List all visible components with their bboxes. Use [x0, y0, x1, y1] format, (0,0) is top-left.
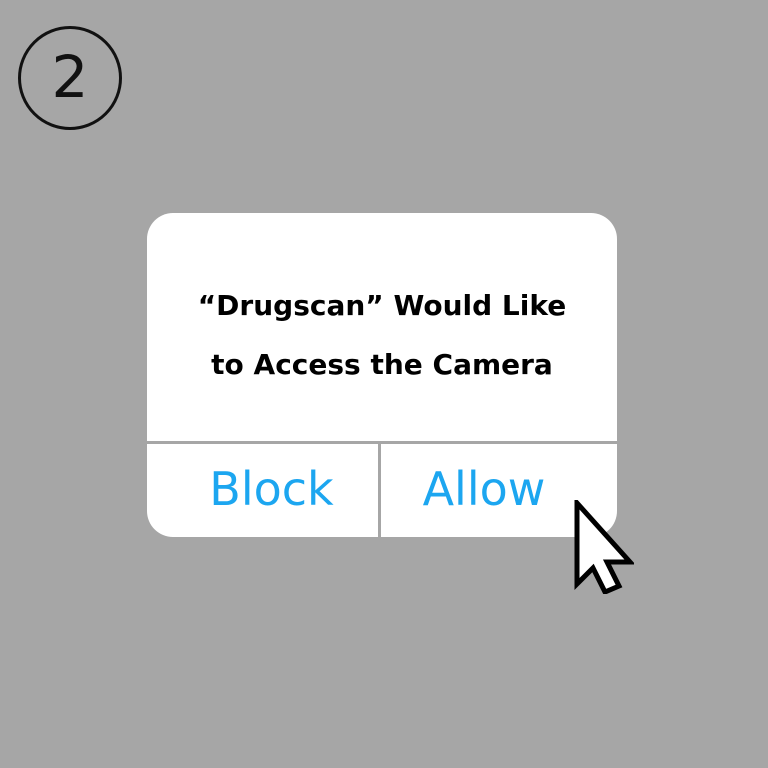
dialog-title-line-2: to Access the Camera — [211, 348, 553, 381]
camera-permission-dialog: “Drugscan” Would Like to Access the Came… — [147, 213, 617, 537]
arrow-cursor-icon — [574, 500, 634, 594]
block-button[interactable]: Block — [147, 444, 378, 537]
block-button-label: Block — [209, 461, 334, 516]
dialog-message: “Drugscan” Would Like to Access the Came… — [147, 213, 617, 441]
dialog-title-line-1: “Drugscan” Would Like — [197, 289, 567, 322]
allow-button-label: Allow — [422, 461, 546, 516]
step-number-badge: 2 — [18, 26, 122, 130]
step-number: 2 — [51, 43, 89, 111]
